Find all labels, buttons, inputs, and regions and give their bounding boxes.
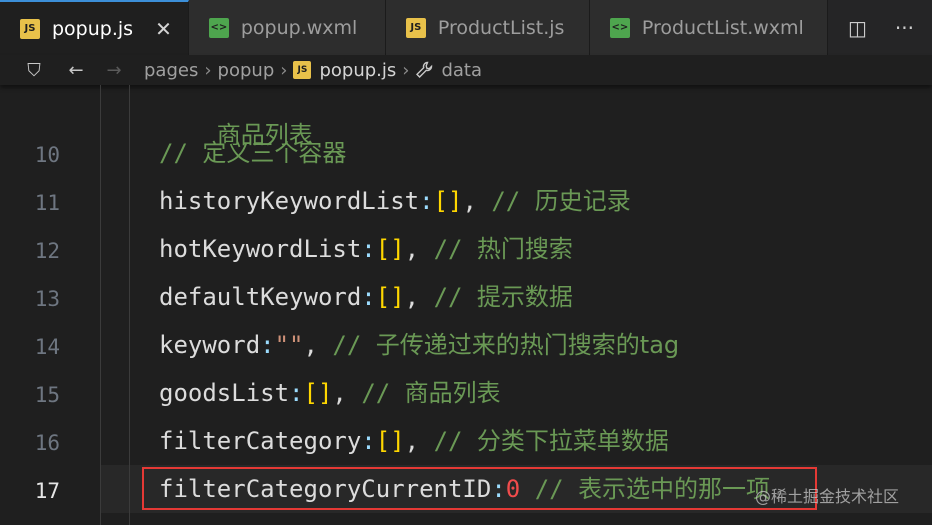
back-arrow-icon[interactable]: ← (64, 60, 88, 81)
js-file-icon: JS (405, 17, 426, 38)
line-number: 11 (34, 191, 60, 215)
code-value: [] (375, 283, 405, 311)
breadcrumb-separator: › (204, 59, 212, 81)
line-number: 13 (34, 287, 60, 311)
comment-prefix: // (361, 379, 405, 407)
code-value: [] (303, 379, 333, 407)
tab-label: ProductList.wxml (641, 16, 804, 39)
tab-productlist-js[interactable]: JS ProductList.js (385, 0, 590, 55)
split-editor-icon[interactable]: ◫ (848, 16, 867, 40)
editor-actions: ◫ ··· (848, 0, 932, 55)
tab-label: popup.js (52, 17, 134, 40)
tab-popup-js[interactable]: JS popup.js ✕ (0, 0, 189, 55)
breadcrumb-separator: › (402, 59, 410, 81)
breadcrumb-separator: › (280, 59, 288, 81)
code-comment: 提示数据 (476, 283, 573, 311)
more-actions-icon[interactable]: ··· (895, 16, 914, 40)
code-line: historyKeywordList:[], // 历史记录 (159, 187, 631, 215)
code-property: historyKeywordList (159, 187, 420, 215)
code-value: "" (274, 331, 304, 359)
wxml-file-icon: <> (609, 17, 630, 38)
code-comment: 历史记录 (534, 187, 631, 215)
comment-prefix: // (433, 235, 477, 263)
wrench-icon (416, 61, 433, 78)
tab-label: popup.wxml (240, 16, 358, 39)
code-line: defaultKeyword:[], // 提示数据 (159, 283, 573, 311)
bookmark-icon[interactable]: ⛉ (22, 60, 46, 81)
code-comment: 热门搜索 (476, 235, 573, 263)
code-comment: 子传递过来的热门搜索的tag (375, 331, 680, 359)
line-number: 15 (34, 383, 60, 407)
tab-bar: JS popup.js ✕ <> popup.wxml JS ProductLi… (0, 0, 932, 55)
tab-bar-spacer (827, 0, 849, 55)
line-number: 10 (34, 143, 60, 167)
tab-productlist-wxml[interactable]: <> ProductList.wxml (589, 0, 828, 55)
code-line: filterCategory:[], // 分类下拉菜单数据 (159, 427, 669, 455)
comment-prefix: // (332, 331, 376, 359)
line-number: 14 (34, 335, 60, 359)
comment-prefix: // (159, 139, 203, 167)
code-editor[interactable]: 商品列表 10 // 定义三个容器 11 historyKeywordList:… (0, 85, 932, 525)
breadcrumb-item-pages[interactable]: pages (144, 60, 198, 81)
close-icon[interactable]: ✕ (155, 17, 172, 41)
highlight-box (142, 467, 817, 510)
code-comment: 分类下拉菜单数据 (476, 427, 669, 455)
code-line: keyword:"", // 子传递过来的热门搜索的tag (159, 331, 680, 359)
code-value: [] (375, 235, 405, 263)
wxml-file-icon: <> (208, 17, 229, 38)
code-line: hotKeywordList:[], // 热门搜索 (159, 235, 573, 263)
breadcrumb-item-data[interactable]: data (441, 60, 482, 81)
watermark: @稀土掘金技术社区 (755, 487, 900, 506)
code-line: goodsList:[], // 商品列表 (159, 379, 501, 407)
forward-arrow-icon[interactable]: → (102, 60, 126, 81)
comment-prefix: // (433, 283, 477, 311)
line-number: 16 (34, 431, 60, 455)
tab-label: ProductList.js (437, 16, 565, 39)
code-property: keyword (159, 331, 261, 359)
breadcrumb: ⛉ ← → pages › popup › JS popup.js › data (0, 55, 932, 85)
comment-prefix: // (433, 427, 477, 455)
breadcrumb-item-popup[interactable]: popup (218, 60, 275, 81)
code-property: hotKeywordList (159, 235, 362, 263)
indent-guide (100, 85, 101, 525)
code-value: [] (375, 427, 405, 455)
code-property: filterCategory (159, 427, 362, 455)
code-comment: 商品列表 (404, 379, 501, 407)
line-number: 17 (34, 479, 60, 503)
line-number: 12 (34, 239, 60, 263)
code-comment: 定义三个容器 (202, 139, 347, 167)
js-file-icon: JS (293, 61, 312, 79)
code-property: goodsList (159, 379, 290, 407)
breadcrumb-item-file[interactable]: popup.js (319, 60, 396, 81)
comment-prefix: // (491, 187, 535, 215)
code-value: [] (433, 187, 463, 215)
js-file-icon: JS (20, 18, 40, 39)
indent-guide (129, 85, 130, 525)
tab-popup-wxml[interactable]: <> popup.wxml (188, 0, 386, 55)
code-property: defaultKeyword (159, 283, 362, 311)
code-line: // 定义三个容器 (159, 138, 346, 168)
